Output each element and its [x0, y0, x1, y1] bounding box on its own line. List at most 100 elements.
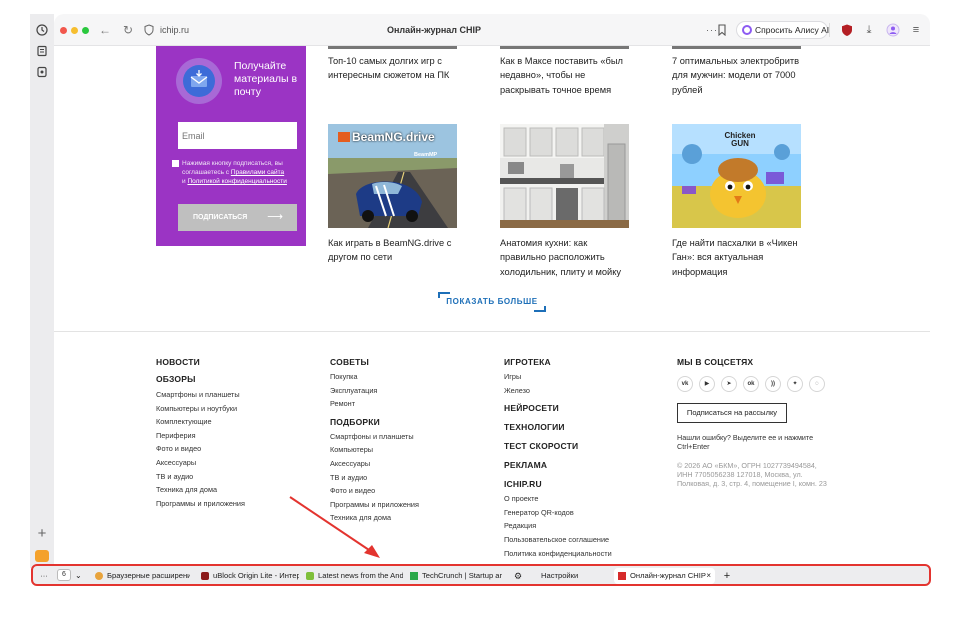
- tab-chip-active[interactable]: Онлайн-журнал CHIP ×: [614, 568, 715, 584]
- history-icon[interactable]: [36, 24, 48, 36]
- download-icon[interactable]: ⤓: [862, 23, 876, 37]
- reload-icon[interactable]: ↻: [121, 23, 135, 37]
- article-title[interactable]: 7 оптимальных электробритв для мужчин: м…: [672, 54, 801, 97]
- protect-shield-icon[interactable]: [840, 23, 854, 37]
- footer-heading-ai[interactable]: НЕЙРОСЕТИ: [504, 402, 612, 414]
- article-card[interactable]: Анатомия кухни: как правильно расположит…: [500, 236, 629, 279]
- dzen-icon[interactable]: ✦: [787, 376, 803, 392]
- footer-heading-speedtest[interactable]: ТЕСТ СКОРОСТИ: [504, 440, 612, 452]
- wallet-icon[interactable]: [36, 66, 48, 78]
- footer-link[interactable]: Генератор QR-кодов: [504, 506, 612, 520]
- footer-heading-reviews[interactable]: ОБЗОРЫ: [156, 373, 245, 385]
- footer-link[interactable]: Смартфоны и планшеты: [330, 430, 419, 444]
- youtube-icon[interactable]: ▶: [699, 376, 715, 392]
- bookmark-icon[interactable]: [717, 24, 727, 36]
- footer-link[interactable]: Железо: [504, 384, 612, 398]
- tab-menu-icon[interactable]: ···: [37, 568, 51, 584]
- ask-alisa-button[interactable]: Спросить Алису AI: [736, 21, 830, 39]
- close-window-button[interactable]: [60, 27, 67, 34]
- footer-link[interactable]: ТВ и аудио: [330, 471, 419, 485]
- tab-browser-extensions[interactable]: Браузерные расширени: [95, 568, 190, 584]
- address-bar[interactable]: ichip.ru Онлайн-журнал CHIP ···: [144, 22, 724, 39]
- maximize-window-button[interactable]: [82, 27, 89, 34]
- close-tab-icon[interactable]: ×: [706, 568, 711, 584]
- footer-link[interactable]: Покупка: [330, 370, 419, 384]
- max-icon[interactable]: ◌: [809, 376, 825, 392]
- promo-title: Получайте материалы в почту: [234, 60, 298, 98]
- article-card[interactable]: Как играть в BeamNG.drive с другом по се…: [328, 236, 457, 265]
- consent-checkbox[interactable]: [172, 160, 179, 167]
- chevron-down-icon[interactable]: ⌄: [75, 568, 85, 584]
- article-card[interactable]: Где найти пасхалки в «Чикен Ган»: вся ак…: [672, 236, 801, 279]
- rss-icon[interactable]: )): [765, 376, 781, 392]
- profile-icon[interactable]: [886, 23, 900, 37]
- footer-link[interactable]: Смартфоны и планшеты: [156, 388, 245, 402]
- tab-count-badge[interactable]: 6: [57, 569, 71, 581]
- footer-col-games: ИГРОТЕКА Игры Железо НЕЙРОСЕТИ ТЕХНОЛОГИ…: [504, 356, 612, 560]
- ok-icon[interactable]: ok: [743, 376, 759, 392]
- app-logo-icon[interactable]: [35, 550, 49, 562]
- site-rules-link[interactable]: Правилами сайта: [231, 169, 284, 176]
- article-title[interactable]: Анатомия кухни: как правильно расположит…: [500, 236, 629, 279]
- article-card[interactable]: Как в Максе поставить «был недавно», что…: [500, 54, 629, 97]
- footer-link[interactable]: Техника для дома: [156, 483, 245, 497]
- page-title: Онлайн-журнал CHIP: [386, 25, 482, 35]
- email-input[interactable]: [178, 122, 297, 149]
- add-panel-icon[interactable]: +: [35, 526, 49, 541]
- footer-col-advice: СОВЕТЫ Покупка Эксплуатация Ремонт ПОДБО…: [330, 356, 419, 525]
- footer-heading-collections[interactable]: ПОДБОРКИ: [330, 416, 419, 428]
- footer-link[interactable]: Периферия: [156, 429, 245, 443]
- kitchen-thumbnail[interactable]: [500, 124, 629, 228]
- footer-link[interactable]: Редакция: [504, 519, 612, 533]
- footer-link[interactable]: Политика конфиденциальности: [504, 547, 612, 561]
- footer-link[interactable]: Компьютеры и ноутбуки: [156, 402, 245, 416]
- footer-link[interactable]: Фото и видео: [330, 484, 419, 498]
- footer-link[interactable]: Комплектующие: [156, 415, 245, 429]
- gear-icon[interactable]: ⚙: [514, 568, 526, 584]
- tab-techcrunch[interactable]: TechCrunch | Startup and: [410, 568, 502, 584]
- vk-icon[interactable]: vk: [677, 376, 693, 392]
- footer-link[interactable]: Игры: [504, 370, 612, 384]
- telegram-icon[interactable]: ➤: [721, 376, 737, 392]
- privacy-policy-link[interactable]: Политикой конфиденциальности: [187, 178, 286, 185]
- footer-link[interactable]: Ремонт: [330, 397, 419, 411]
- browser-sidebar: +: [30, 14, 54, 568]
- footer-link[interactable]: Пользовательское соглашение: [504, 533, 612, 547]
- tab-settings[interactable]: Настройки: [541, 568, 601, 584]
- footer-heading-news[interactable]: НОВОСТИ: [156, 356, 245, 368]
- footer-link[interactable]: ТВ и аудио: [156, 470, 245, 484]
- subscribe-newsletter-button[interactable]: Подписаться на рассылку: [677, 403, 787, 423]
- article-title[interactable]: Как играть в BeamNG.drive с другом по се…: [328, 236, 457, 265]
- footer-heading-ichip[interactable]: ICHIP.RU: [504, 478, 612, 490]
- footer-heading-games[interactable]: ИГРОТЕКА: [504, 356, 612, 368]
- menu-icon[interactable]: ≡: [909, 23, 923, 37]
- footer-heading-ads[interactable]: РЕКЛАМА: [504, 459, 612, 471]
- footer-link[interactable]: Программы и приложения: [156, 497, 245, 511]
- new-tab-button[interactable]: +: [721, 568, 733, 584]
- article-title[interactable]: Где найти пасхалки в «Чикен Ган»: вся ак…: [672, 236, 801, 279]
- footer-link[interactable]: Компьютеры: [330, 443, 419, 457]
- chicken-gun-thumbnail[interactable]: Chicken GUN: [672, 124, 801, 228]
- footer-heading-advice[interactable]: СОВЕТЫ: [330, 356, 419, 368]
- ask-alisa-label: Спросить Алису AI: [755, 25, 830, 35]
- show-more-button[interactable]: ПОКАЗАТЬ БОЛЬШЕ: [438, 292, 546, 312]
- article-card[interactable]: 7 оптимальных электробритв для мужчин: м…: [672, 54, 801, 97]
- tab-ublock[interactable]: uBlock Origin Lite - Интер: [201, 568, 299, 584]
- footer-link[interactable]: Техника для дома: [330, 511, 419, 525]
- back-arrow-icon[interactable]: ←: [98, 23, 112, 37]
- tab-android-news[interactable]: Latest news from the Andr: [306, 568, 403, 584]
- collections-icon[interactable]: [36, 45, 48, 57]
- beamng-thumbnail[interactable]: BeamNG.drive BeamMP: [328, 124, 457, 228]
- footer-link[interactable]: Фото и видео: [156, 442, 245, 456]
- minimize-window-button[interactable]: [71, 27, 78, 34]
- footer-heading-tech[interactable]: ТЕХНОЛОГИИ: [504, 421, 612, 433]
- article-title[interactable]: Топ-10 самых долгих игр с интересным сюж…: [328, 54, 457, 83]
- footer-link[interactable]: Аксессуары: [330, 457, 419, 471]
- subscribe-submit-button[interactable]: ПОДПИСАТЬСЯ ⟶: [178, 204, 297, 231]
- article-card[interactable]: Топ-10 самых долгих игр с интересным сюж…: [328, 54, 457, 83]
- article-title[interactable]: Как в Максе поставить «был недавно», что…: [500, 54, 629, 97]
- footer-link[interactable]: Эксплуатация: [330, 384, 419, 398]
- footer-link[interactable]: Программы и приложения: [330, 498, 419, 512]
- footer-link[interactable]: Аксессуары: [156, 456, 245, 470]
- footer-link[interactable]: О проекте: [504, 492, 612, 506]
